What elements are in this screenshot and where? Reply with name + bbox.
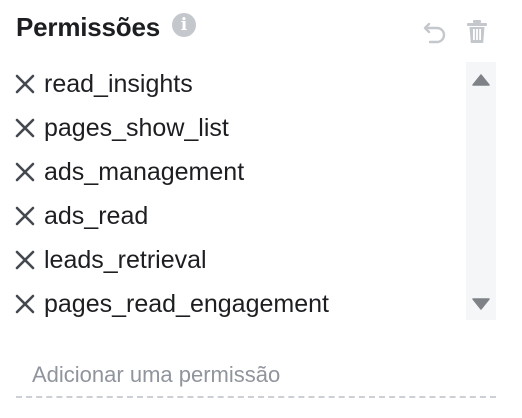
section-title: Permissões — [16, 12, 160, 42]
permission-item-leads-retrieval: leads_retrieval — [10, 238, 460, 282]
close-icon[interactable] — [12, 115, 38, 141]
permission-item-read-insights: read_insights — [10, 62, 460, 106]
permission-item-pages-show-list: pages_show_list — [10, 106, 460, 150]
list-scrollbar[interactable] — [466, 62, 496, 320]
triangle-down-icon[interactable] — [471, 294, 491, 314]
close-icon[interactable] — [12, 159, 38, 185]
trash-icon[interactable] — [462, 16, 492, 46]
permission-label: read_insights — [44, 70, 193, 98]
close-icon[interactable] — [12, 71, 38, 97]
permission-item-ads-read: ads_read — [10, 194, 460, 238]
permissions-header: Permissões i — [16, 8, 506, 48]
permission-label: ads_read — [44, 202, 149, 230]
permission-list: read_insights pages_show_list ads_manage… — [10, 62, 460, 326]
close-icon[interactable] — [12, 247, 38, 273]
permission-label: leads_retrieval — [44, 246, 207, 274]
close-icon[interactable] — [12, 203, 38, 229]
permission-label: ads_management — [44, 158, 245, 186]
permission-item-pages-read-engagement: pages_read_engagement — [10, 282, 460, 326]
permissions-panel: Permissões i read_insights pages_show_li… — [0, 0, 522, 418]
permission-label: pages_show_list — [44, 114, 229, 142]
triangle-up-icon[interactable] — [471, 70, 491, 90]
info-icon[interactable]: i — [172, 13, 196, 37]
permission-item-ads-management: ads_management — [10, 150, 460, 194]
undo-icon[interactable] — [420, 16, 450, 46]
permission-list-area: read_insights pages_show_list ads_manage… — [10, 62, 496, 326]
add-permission-input[interactable] — [16, 354, 496, 398]
close-icon[interactable] — [12, 291, 38, 317]
permission-label: pages_read_engagement — [44, 290, 329, 318]
